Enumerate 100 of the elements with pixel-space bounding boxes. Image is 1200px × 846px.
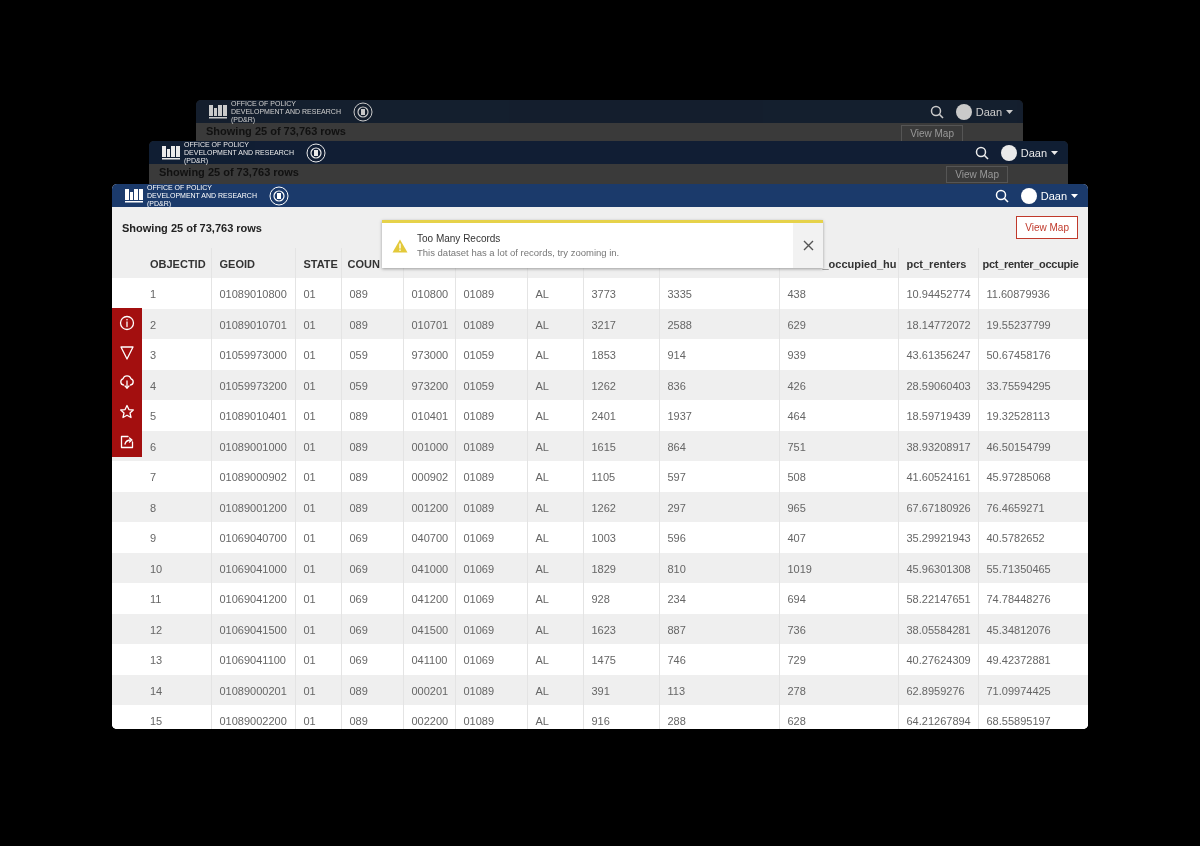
table-cell: 01089002200 — [219, 715, 287, 728]
table-cell: 2 — [150, 318, 157, 331]
table-cell: 19.32528113 — [986, 410, 1050, 423]
table-cell: 14 — [150, 684, 163, 697]
view-map-button[interactable]: View Map — [946, 166, 1008, 183]
star-icon[interactable] — [119, 404, 135, 421]
table-cell: 973000 — [411, 349, 449, 362]
table-cell: 01059973000 — [219, 349, 287, 362]
table-cell: 01 — [303, 532, 316, 545]
seal-icon — [269, 185, 289, 206]
table-cell: AL — [535, 410, 549, 423]
table-cell: 01089000201 — [219, 684, 287, 697]
cloud-download-icon[interactable] — [119, 374, 135, 391]
table-cell: 11.60879936 — [986, 288, 1050, 301]
table-cell: 45.97285068 — [986, 471, 1051, 484]
table-cell: 041100 — [411, 654, 448, 667]
table-cell: AL — [535, 684, 549, 697]
logo-icon — [209, 104, 227, 119]
table-cell: 01089000902 — [219, 471, 287, 484]
table-cell: 069 — [349, 623, 368, 636]
table-cell: 01069 — [463, 562, 495, 575]
column-header[interactable]: GEOID — [219, 258, 255, 270]
table-cell: 01089 — [463, 410, 495, 423]
view-map-button[interactable]: View Map — [1016, 216, 1078, 239]
notification-message: This dataset has a lot of records, try zooming in. — [417, 247, 621, 258]
table-cell: 010800 — [411, 288, 449, 301]
table-cell: 01089 — [463, 440, 495, 453]
table-cell: 508 — [787, 471, 806, 484]
table-cell: 01069041000 — [219, 562, 287, 575]
table-cell: AL — [535, 379, 549, 392]
search-icon[interactable] — [929, 104, 944, 119]
table-cell: 729 — [787, 654, 806, 667]
table-cell: 3217 — [591, 318, 616, 331]
table-cell: 001200 — [411, 501, 449, 514]
close-icon — [802, 240, 814, 251]
table-cell: 000902 — [411, 471, 449, 484]
table-cell: 01 — [303, 471, 316, 484]
table-cell: 089 — [349, 410, 368, 423]
table-cell: 628 — [787, 715, 806, 728]
table-cell: AL — [535, 440, 549, 453]
table-cell: 45.34812076 — [986, 623, 1051, 636]
table-cell: 49.42372881 — [986, 654, 1051, 667]
avatar-icon — [1020, 187, 1037, 204]
table-cell: 113 — [667, 684, 686, 697]
user-menu[interactable]: Daan — [1020, 187, 1078, 204]
table-cell: 010701 — [411, 318, 449, 331]
filter-icon[interactable] — [119, 344, 135, 361]
search-icon[interactable] — [974, 145, 989, 160]
table-cell: 010401 — [411, 410, 449, 423]
table-cell: 01089010701 — [219, 318, 287, 331]
table-cell: 18.59719439 — [906, 410, 971, 423]
table-cell: 464 — [787, 410, 806, 423]
table-cell: 059 — [349, 349, 368, 362]
table-cell: AL — [535, 532, 549, 545]
table-cell: 01 — [303, 379, 316, 392]
share-icon[interactable] — [119, 434, 135, 451]
table-cell: 01 — [303, 501, 316, 514]
seal-icon — [306, 142, 326, 163]
table-cell: 01059 — [463, 379, 495, 392]
table-cell: 1262 — [591, 501, 616, 514]
table-cell: 10.94452774 — [906, 288, 971, 301]
table-cell: 55.71350465 — [986, 562, 1051, 575]
row-count: Showing 25 of 73,763 rows — [122, 221, 262, 234]
table-cell: 069 — [349, 562, 368, 575]
user-menu[interactable]: Daan — [1000, 144, 1058, 161]
table-cell: 916 — [591, 715, 610, 728]
table-cell: 1 — [150, 288, 157, 301]
table-cell: 35.29921943 — [906, 532, 971, 545]
table-cell: 1829 — [591, 562, 616, 575]
table-cell: 597 — [667, 471, 686, 484]
table-cell: 089 — [349, 288, 368, 301]
user-menu[interactable]: Daan — [955, 103, 1013, 120]
table-cell: 1003 — [591, 532, 616, 545]
table-cell: 3 — [150, 349, 157, 362]
table-cell: 864 — [667, 440, 686, 453]
table-cell: 5 — [150, 410, 157, 423]
table-cell: 01 — [303, 349, 316, 362]
table-cell: 01069 — [463, 654, 495, 667]
table-cell: 01 — [303, 715, 316, 728]
table-cell: 040700 — [411, 532, 449, 545]
table-cell: 50.67458176 — [986, 349, 1051, 362]
table-cell: 40.5782652 — [986, 532, 1045, 545]
search-icon[interactable] — [994, 188, 1009, 203]
table-cell: 629 — [787, 318, 806, 331]
info-icon[interactable] — [119, 314, 135, 331]
table-cell: 1615 — [591, 440, 616, 453]
table-cell: 01 — [303, 593, 316, 606]
table-cell: 426 — [787, 379, 806, 392]
table-cell: 01 — [303, 318, 316, 331]
table-cell: 01069040700 — [219, 532, 287, 545]
table-cell: 43.61356247 — [906, 349, 971, 362]
table-cell: 1262 — [591, 379, 616, 392]
table-cell: 1853 — [591, 349, 616, 362]
table-cell: 002200 — [411, 715, 449, 728]
table-cell: 736 — [787, 623, 806, 636]
table-cell: 928 — [591, 593, 610, 606]
table-cell: 8 — [150, 501, 157, 514]
table-cell: 01069041200 — [219, 593, 287, 606]
table-cell: 810 — [667, 562, 686, 575]
table-cell: 089 — [349, 501, 368, 514]
